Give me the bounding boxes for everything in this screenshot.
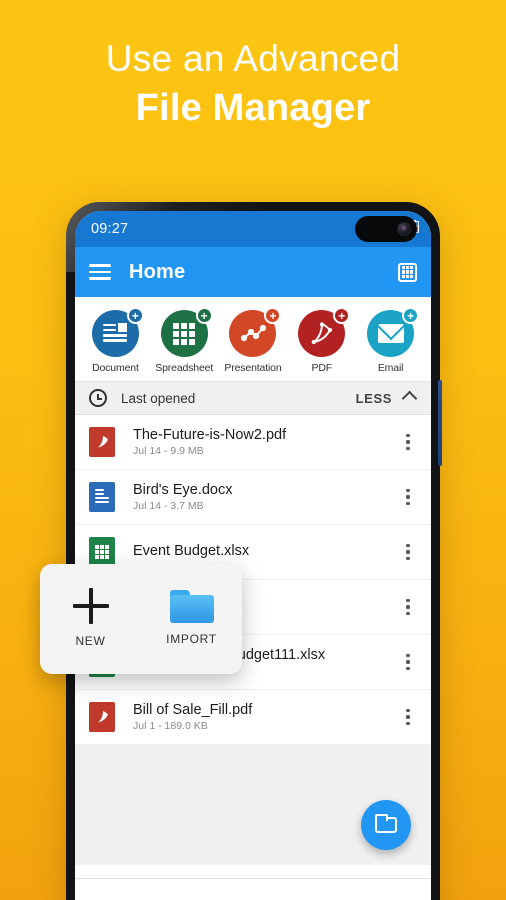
add-badge-icon: +	[126, 307, 144, 324]
file-name: Bill of Sale_Fill.pdf	[133, 702, 253, 718]
camera-punch-hole	[355, 216, 417, 242]
quick-action-label: Email	[377, 362, 404, 374]
promo-headline: Use an Advanced File Manager	[0, 38, 506, 132]
table-row[interactable]: Bird's Eye.docx Jul 14 - 3.7 MB	[75, 470, 431, 525]
new-import-popup: NEW IMPORT	[40, 564, 242, 674]
spreadsheet-icon: +	[160, 307, 213, 357]
page-title: Home	[129, 260, 186, 283]
xls-file-icon	[89, 537, 115, 567]
quick-action-pdf[interactable]: + PDF	[289, 307, 355, 374]
add-badge-icon: +	[264, 307, 282, 324]
file-meta: Jul 1 - 189.0 KB	[133, 720, 208, 732]
row-overflow-menu-icon[interactable]	[399, 434, 417, 450]
row-overflow-menu-icon[interactable]	[399, 599, 417, 615]
popup-import-button[interactable]: IMPORT	[150, 588, 234, 646]
last-opened-header[interactable]: Last opened LESS	[75, 381, 431, 415]
bottom-nav-cloud[interactable]	[119, 888, 149, 900]
file-meta: Jul 14 - 3.7 MB	[133, 500, 204, 512]
quick-action-label: Document	[92, 362, 139, 374]
add-badge-icon: +	[195, 307, 213, 324]
promo-line-2: File Manager	[135, 87, 371, 130]
quick-action-label: Presentation	[224, 362, 282, 374]
folder-icon	[374, 814, 397, 833]
add-badge-icon: +	[402, 307, 420, 324]
history-icon	[89, 389, 107, 407]
row-overflow-menu-icon[interactable]	[399, 654, 417, 670]
quick-action-label: PDF	[311, 362, 333, 374]
new-folder-fab[interactable]	[361, 800, 411, 850]
phone-screen: 09:27 Home + Document + Spreadsheet + Pr…	[75, 211, 431, 900]
presentation-icon: +	[229, 307, 282, 357]
row-overflow-menu-icon[interactable]	[399, 489, 417, 505]
bottom-navigation	[75, 878, 431, 900]
camera-lens-icon	[398, 223, 410, 235]
row-overflow-menu-icon[interactable]	[399, 709, 417, 725]
quick-action-presentation[interactable]: + Presentation	[220, 307, 286, 374]
pdf-icon: +	[298, 307, 351, 357]
grid-view-icon[interactable]	[398, 262, 417, 282]
add-badge-icon: +	[333, 307, 351, 324]
plus-icon	[71, 586, 111, 626]
chevron-up-icon[interactable]	[401, 390, 418, 406]
hamburger-icon[interactable]	[89, 264, 111, 280]
bottom-nav-folder[interactable]	[357, 888, 387, 900]
status-bar-time: 09:27	[91, 221, 129, 237]
quick-action-label: Spreadsheet	[155, 362, 214, 374]
pdf-file-icon	[89, 427, 115, 457]
pdf-file-icon	[89, 702, 115, 732]
file-meta: Jul 14 - 9.9 MB	[133, 445, 204, 457]
quick-action-spreadsheet[interactable]: + Spreadsheet	[151, 307, 217, 374]
table-row[interactable]: The-Future-is-Now2.pdf Jul 14 - 9.9 MB	[75, 415, 431, 470]
bottom-nav-home[interactable]	[238, 888, 268, 900]
popup-new-label: NEW	[75, 634, 106, 648]
less-toggle-label[interactable]: LESS	[356, 391, 392, 406]
popup-new-button[interactable]: NEW	[49, 586, 133, 648]
popup-import-label: IMPORT	[166, 632, 217, 646]
status-bar: 09:27	[75, 211, 431, 247]
file-name: Bird's Eye.docx	[133, 482, 233, 498]
phone-mockup: 09:27 Home + Document + Spreadsheet + Pr…	[66, 202, 442, 900]
file-name: The-Future-is-Now2.pdf	[133, 427, 287, 443]
section-title: Last opened	[121, 390, 196, 406]
quick-action-email[interactable]: + Email	[358, 307, 424, 374]
promo-line-1: Use an Advanced	[105, 38, 401, 79]
quick-action-document[interactable]: + Document	[82, 307, 148, 374]
file-name: Event Budget.xlsx	[133, 543, 250, 559]
app-bar: Home	[75, 247, 431, 297]
phone-side-button[interactable]	[438, 380, 442, 466]
table-row[interactable]: Bill of Sale_Fill.pdf Jul 1 - 189.0 KB	[75, 690, 431, 745]
document-icon: +	[91, 307, 144, 357]
doc-file-icon	[89, 482, 115, 512]
row-overflow-menu-icon[interactable]	[399, 544, 417, 560]
folder-icon	[169, 590, 214, 623]
quick-actions-row: + Document + Spreadsheet + Presentation …	[75, 297, 431, 381]
email-icon: +	[367, 307, 420, 357]
